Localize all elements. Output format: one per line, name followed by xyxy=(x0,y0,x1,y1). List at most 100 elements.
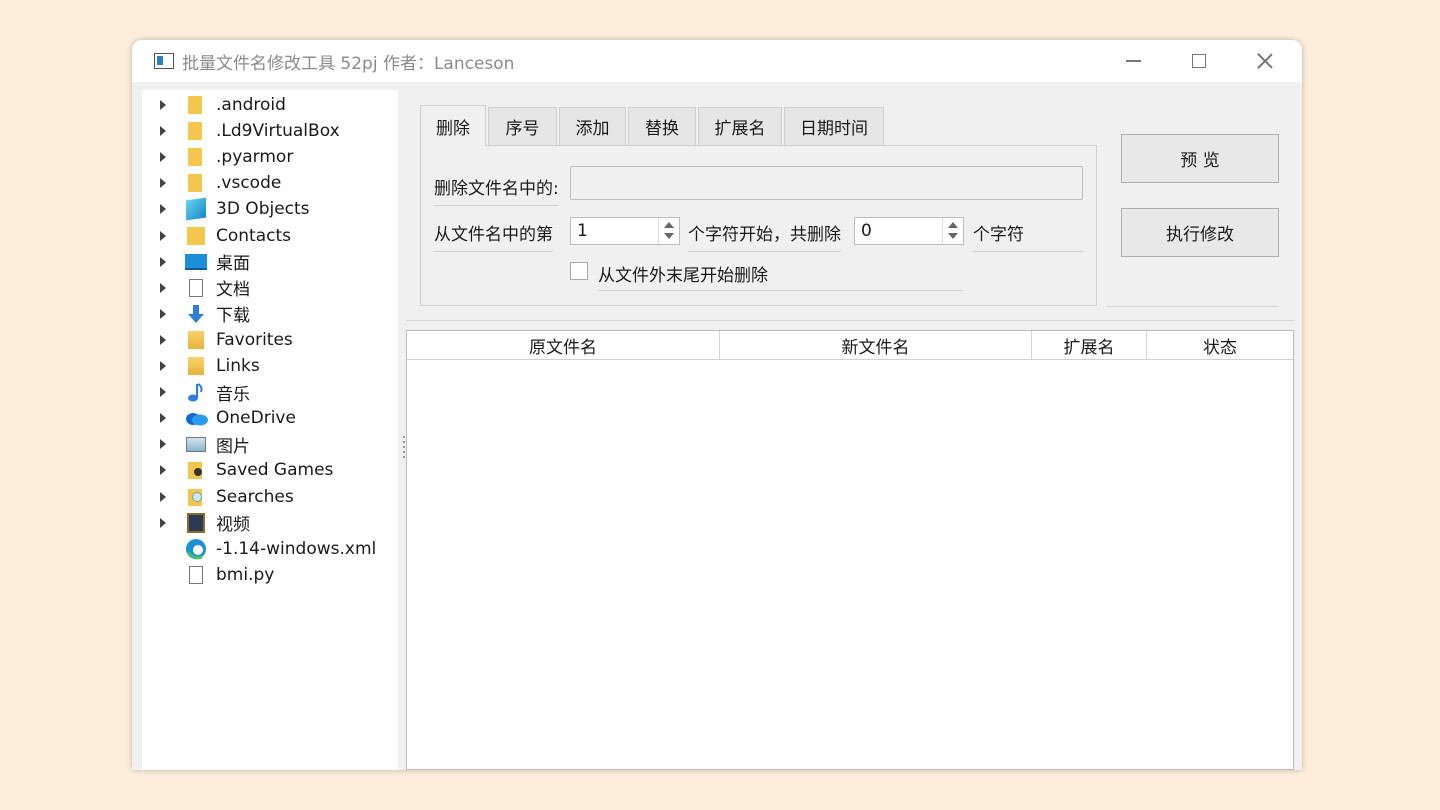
start-position-value: 1 xyxy=(577,221,588,241)
column-new-name[interactable]: 新文件名 xyxy=(720,331,1032,359)
tree-item[interactable]: .Ld9VirtualBox xyxy=(142,118,398,144)
expand-arrow-icon[interactable] xyxy=(160,465,166,476)
expand-arrow-icon[interactable] xyxy=(160,413,166,424)
column-original-name[interactable]: 原文件名 xyxy=(407,331,720,359)
file-table[interactable]: 原文件名 新文件名 扩展名 状态 xyxy=(406,330,1294,770)
spin-up-icon[interactable] xyxy=(948,222,958,228)
delete-text-input[interactable] xyxy=(570,166,1083,200)
delete-count-value: 0 xyxy=(861,221,872,241)
preview-button[interactable]: 预 览 xyxy=(1121,134,1279,183)
expand-arrow-icon[interactable] xyxy=(160,256,166,267)
tree-item[interactable]: 音乐 xyxy=(142,379,398,405)
expand-arrow-icon[interactable] xyxy=(160,178,166,189)
right-separator xyxy=(1107,306,1279,307)
tab-delete[interactable]: 删除 xyxy=(420,105,486,146)
from-end-checkbox[interactable] xyxy=(570,262,588,280)
expand-arrow-icon[interactable] xyxy=(160,152,166,163)
tree-item-label: 3D Objects xyxy=(216,199,310,220)
folder-icon xyxy=(188,122,202,141)
tree-item-label: 文档 xyxy=(216,280,250,301)
app-icon xyxy=(154,53,174,69)
tree-item-label: 图片 xyxy=(216,436,250,457)
folder-icon xyxy=(188,148,202,167)
tree-item-label: .vscode xyxy=(216,173,282,194)
expand-arrow-icon[interactable] xyxy=(160,439,166,450)
onedrive-icon xyxy=(184,410,208,426)
execute-button[interactable]: 执行修改 xyxy=(1121,208,1279,257)
tab-sequence[interactable]: 序号 xyxy=(488,107,557,145)
music-icon xyxy=(186,382,206,402)
start-suffix-label: 个字符开始，共删除 xyxy=(688,220,841,252)
expand-arrow-icon[interactable] xyxy=(160,126,166,137)
3d-objects-icon xyxy=(186,197,206,221)
splitter-handle[interactable] xyxy=(403,436,405,460)
tree-item[interactable]: 桌面 xyxy=(142,249,398,275)
expand-arrow-icon[interactable] xyxy=(160,387,166,398)
close-button[interactable] xyxy=(1232,40,1298,82)
delete-in-name-label: 删除文件名中的: xyxy=(434,174,559,206)
tab-add[interactable]: 添加 xyxy=(559,107,626,145)
count-spin-buttons[interactable] xyxy=(942,218,963,244)
maximize-button[interactable] xyxy=(1166,40,1232,82)
expand-arrow-icon[interactable] xyxy=(160,100,166,110)
tree-item[interactable]: 视频 xyxy=(142,510,398,536)
table-header: 原文件名 新文件名 扩展名 状态 xyxy=(407,331,1293,360)
from-end-label[interactable]: 从文件外末尾开始删除 xyxy=(598,261,963,291)
delete-count-spinbox[interactable]: 0 xyxy=(854,217,964,245)
tree-item[interactable]: Contacts xyxy=(142,223,398,249)
expand-arrow-icon[interactable] xyxy=(160,308,166,319)
tree-item[interactable]: -1.14-windows.xml xyxy=(142,536,398,562)
tab-extension[interactable]: 扩展名 xyxy=(698,107,782,145)
app-window: 批量文件名修改工具 52pj 作者：Lanceson .android .Ld9V… xyxy=(132,40,1302,770)
pictures-icon xyxy=(186,436,206,452)
python-file-icon xyxy=(189,565,203,584)
start-position-spinbox[interactable]: 1 xyxy=(570,217,680,245)
contacts-icon xyxy=(187,226,205,245)
expand-arrow-icon[interactable] xyxy=(160,334,166,345)
tree-item-label: 桌面 xyxy=(216,254,250,275)
tree-item-label: bmi.py xyxy=(216,564,275,585)
column-status[interactable]: 状态 xyxy=(1147,331,1293,359)
tree-item[interactable]: Links xyxy=(142,353,398,379)
tree-item-label: Searches xyxy=(216,486,294,507)
start-spin-buttons[interactable] xyxy=(658,218,679,244)
expand-arrow-icon[interactable] xyxy=(160,361,166,371)
expand-arrow-icon[interactable] xyxy=(160,517,166,528)
tree-item[interactable]: bmi.py xyxy=(142,562,398,588)
tree-item[interactable]: OneDrive xyxy=(142,405,398,431)
folder-icon xyxy=(188,174,202,193)
title-bar: 批量文件名修改工具 52pj 作者：Lanceson xyxy=(132,40,1302,82)
spin-down-icon[interactable] xyxy=(948,233,958,239)
folder-icon xyxy=(188,96,202,114)
expand-arrow-icon[interactable] xyxy=(160,204,166,215)
tree-item[interactable]: .vscode xyxy=(142,170,398,196)
tree-item[interactable]: .pyarmor xyxy=(142,144,398,170)
expand-arrow-icon[interactable] xyxy=(160,282,166,293)
tab-datetime[interactable]: 日期时间 xyxy=(784,107,884,145)
tree-item-label: .android xyxy=(216,95,286,115)
saved-games-icon xyxy=(187,460,205,480)
tab-replace[interactable]: 替换 xyxy=(628,107,696,145)
window-title: 批量文件名修改工具 52pj 作者：Lanceson xyxy=(182,53,515,74)
spin-down-icon[interactable] xyxy=(664,233,674,239)
minimize-button[interactable] xyxy=(1100,40,1166,82)
tree-item-label: Saved Games xyxy=(216,460,334,481)
tree-item[interactable]: Favorites xyxy=(142,327,398,353)
tree-item[interactable]: Searches xyxy=(142,484,398,510)
tree-item[interactable]: .android xyxy=(142,92,398,118)
minimize-icon xyxy=(1125,60,1141,62)
spin-up-icon[interactable] xyxy=(664,222,674,228)
tree-item-label: 视频 xyxy=(216,515,250,536)
links-icon xyxy=(188,357,204,375)
file-tree[interactable]: .android .Ld9VirtualBox .pyarmor .vscode 3D … xyxy=(142,90,398,770)
favorites-icon xyxy=(188,330,204,349)
expand-arrow-icon[interactable] xyxy=(160,230,166,241)
column-extension[interactable]: 扩展名 xyxy=(1032,331,1147,359)
tree-item[interactable]: 图片 xyxy=(142,431,398,457)
tree-item[interactable]: 3D Objects xyxy=(142,196,398,222)
tree-item[interactable]: 下载 xyxy=(142,301,398,327)
tree-item[interactable]: Saved Games xyxy=(142,457,398,483)
searches-icon xyxy=(187,487,205,507)
tree-item[interactable]: 文档 xyxy=(142,275,398,301)
expand-arrow-icon[interactable] xyxy=(160,491,166,502)
